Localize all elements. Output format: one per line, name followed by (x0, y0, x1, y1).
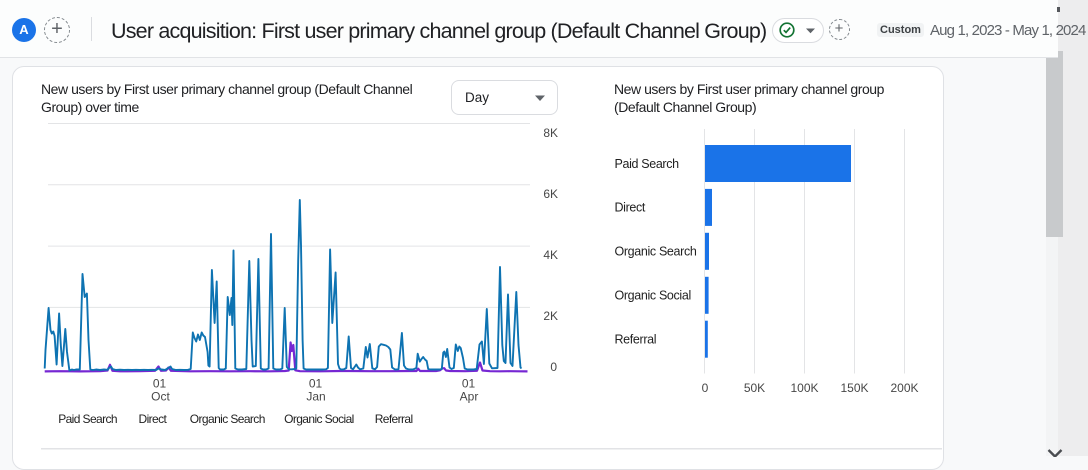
svg-text:0: 0 (550, 360, 557, 374)
svg-text:Paid Search: Paid Search (58, 412, 117, 426)
svg-text:Referral: Referral (375, 412, 413, 426)
svg-text:Paid Search: Paid Search (615, 157, 680, 171)
svg-text:Oct: Oct (151, 390, 170, 404)
svg-text:100K: 100K (790, 381, 818, 395)
svg-text:01: 01 (462, 377, 476, 391)
svg-text:Direct: Direct (139, 412, 168, 426)
svg-text:Organic Search: Organic Search (190, 412, 265, 426)
svg-text:Organic Social: Organic Social (615, 289, 691, 303)
svg-text:Organic Search: Organic Search (615, 245, 697, 259)
svg-text:01: 01 (309, 377, 323, 391)
svg-text:50K: 50K (744, 381, 765, 395)
svg-text:150K: 150K (840, 381, 868, 395)
svg-text:Apr: Apr (460, 390, 479, 404)
svg-text:4K: 4K (543, 248, 558, 262)
svg-text:01: 01 (153, 377, 167, 391)
svg-text:Referral: Referral (615, 333, 657, 347)
svg-text:0: 0 (702, 381, 709, 395)
svg-text:Jan: Jan (306, 390, 325, 404)
svg-text:6K: 6K (543, 187, 558, 201)
svg-text:8K: 8K (543, 126, 558, 140)
svg-text:Direct: Direct (615, 201, 646, 215)
svg-text:200K: 200K (890, 381, 918, 395)
svg-text:Organic Social: Organic Social (284, 412, 354, 426)
svg-text:2K: 2K (543, 309, 558, 323)
